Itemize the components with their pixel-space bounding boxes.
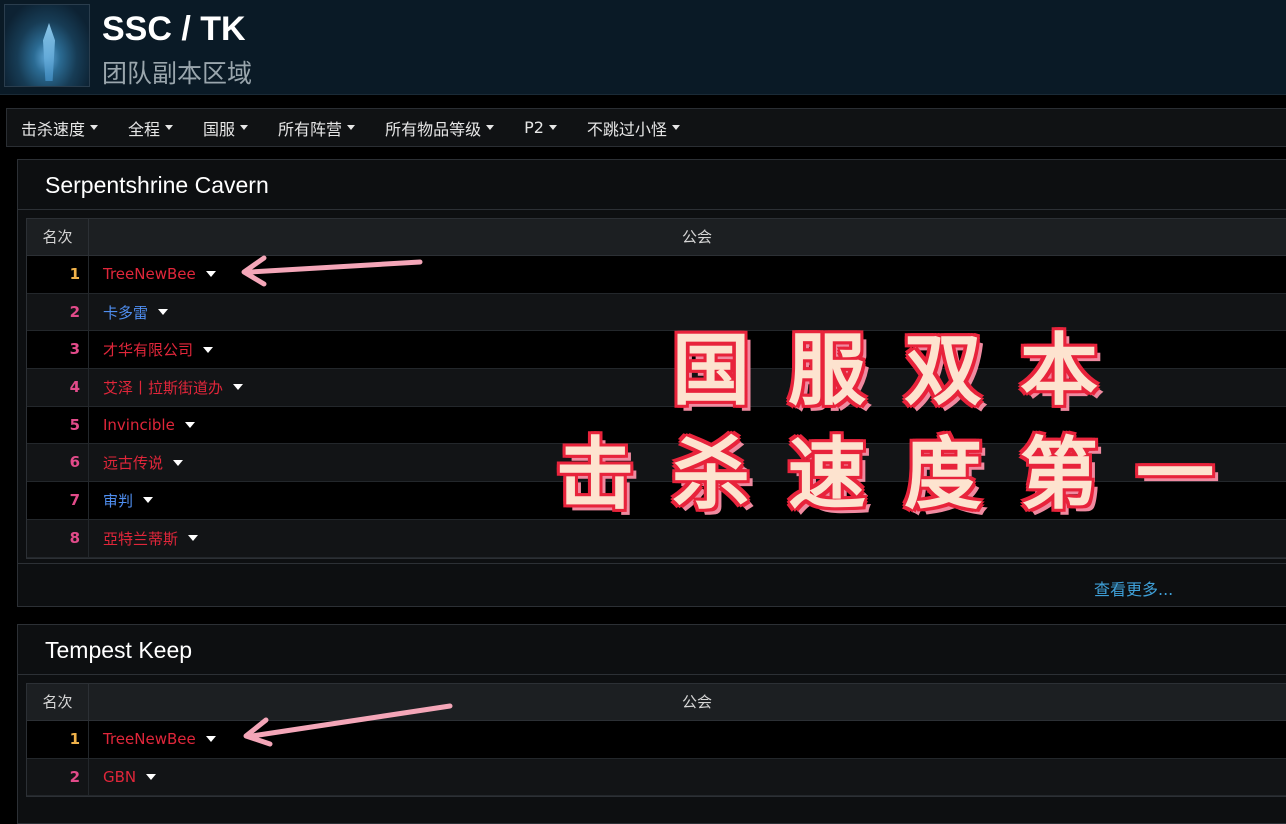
zone-title: SSC / TK — [102, 10, 246, 48]
table-header: 名次 公会 — [27, 684, 1286, 721]
caret-down-icon — [548, 125, 557, 130]
filter-label: 击杀速度 — [21, 119, 86, 139]
rank-cell: 1 — [27, 721, 89, 758]
filter-phase-dropdown[interactable]: P2 — [524, 118, 557, 137]
column-header-rank[interactable]: 名次 — [27, 219, 89, 255]
column-header-guild[interactable]: 公会 — [89, 219, 1286, 255]
filter-trash-dropdown[interactable]: 不跳过小怪 — [587, 116, 680, 140]
filter-label: 所有物品等级 — [385, 119, 482, 139]
guild-link[interactable]: 才华有限公司 — [103, 339, 193, 360]
filter-label: 不跳过小怪 — [586, 119, 667, 139]
guild-link[interactable]: 亞特兰蒂斯 — [103, 528, 178, 549]
zone-icon — [4, 4, 90, 87]
panel-title: Tempest Keep — [18, 625, 1286, 675]
guild-menu-caret-icon[interactable] — [205, 736, 216, 743]
caret-down-icon — [671, 125, 680, 130]
table-row: 8 亞特兰蒂斯 — [27, 519, 1286, 558]
zone-subtitle: 团队副本区域 — [102, 59, 253, 88]
guild-cell: GBN — [89, 759, 1286, 796]
rank-cell: 1 — [27, 256, 89, 293]
filter-region-dropdown[interactable]: 国服 — [203, 116, 249, 140]
zone-header: SSC / TK 团队副本区域 — [0, 0, 1286, 95]
filter-scope-dropdown[interactable]: 全程 — [128, 116, 174, 140]
guild-menu-caret-icon[interactable] — [188, 535, 199, 542]
table-body: 1 TreeNewBee 2 GBN — [27, 721, 1286, 797]
guild-link[interactable]: 艾泽丨拉斯街道办 — [103, 377, 223, 398]
guild-menu-caret-icon[interactable] — [173, 459, 184, 466]
rank-cell: 7 — [27, 482, 89, 519]
guild-cell: 亞特兰蒂斯 — [89, 520, 1286, 557]
table-row: 2 GBN — [27, 758, 1286, 797]
overlay-caption-line1: 国服双本 — [672, 326, 1137, 416]
guild-menu-caret-icon[interactable] — [184, 422, 195, 429]
table-row: 1 TreeNewBee — [27, 256, 1286, 294]
caret-down-icon — [486, 125, 495, 130]
guild-link[interactable]: TreeNewBee — [103, 730, 196, 748]
rank-cell: 6 — [27, 444, 89, 482]
filter-faction-dropdown[interactable]: 所有阵营 — [278, 116, 356, 140]
guild-cell: TreeNewBee — [89, 256, 1286, 293]
guild-link[interactable]: TreeNewBee — [103, 265, 196, 283]
ranking-table: 名次 公会 1 TreeNewBee 2 GBN — [26, 683, 1286, 798]
guild-link[interactable]: Invincible — [103, 416, 175, 434]
filter-label: 国服 — [203, 119, 236, 139]
guild-cell: TreeNewBee — [89, 721, 1286, 758]
rank-cell: 4 — [27, 369, 89, 406]
guild-link[interactable]: GBN — [103, 768, 136, 786]
caret-down-icon — [165, 125, 174, 130]
filter-label: P2 — [524, 118, 544, 137]
ranking-panel-tk: Tempest Keep 名次 公会 1 TreeNewBee 2 GBN — [17, 624, 1286, 824]
guild-link[interactable]: 审判 — [103, 490, 133, 511]
filter-bar: 击杀速度 全程 国服 所有阵营 所有物品等级 P2 不跳过小怪 — [6, 108, 1286, 147]
column-header-rank[interactable]: 名次 — [27, 684, 89, 720]
rank-cell: 2 — [27, 758, 89, 796]
guild-menu-caret-icon[interactable] — [143, 497, 154, 504]
caret-down-icon — [240, 125, 249, 130]
caret-down-icon — [347, 125, 356, 130]
rank-cell: 3 — [27, 331, 89, 369]
caret-down-icon — [90, 125, 99, 130]
guild-link[interactable]: 卡多雷 — [103, 302, 148, 323]
guild-menu-caret-icon[interactable] — [158, 309, 169, 316]
table-header: 名次 公会 — [27, 219, 1286, 256]
rank-cell: 2 — [27, 293, 89, 331]
guild-menu-caret-icon[interactable] — [146, 774, 157, 781]
filter-label: 全程 — [128, 119, 161, 139]
guild-link[interactable]: 远古传说 — [103, 452, 163, 473]
guild-menu-caret-icon[interactable] — [203, 346, 214, 353]
filter-itemlevel-dropdown[interactable]: 所有物品等级 — [385, 116, 495, 140]
filter-metric-dropdown[interactable]: 击杀速度 — [21, 116, 99, 140]
filter-label: 所有阵营 — [278, 119, 343, 139]
overlay-caption-line2: 击杀速度第一 — [556, 430, 1253, 520]
panel-title: Serpentshrine Cavern — [18, 160, 1286, 210]
rank-cell: 8 — [27, 519, 89, 557]
column-header-guild[interactable]: 公会 — [89, 684, 1286, 720]
guild-menu-caret-icon[interactable] — [205, 271, 216, 278]
view-more-link[interactable]: 查看更多... — [1094, 576, 1173, 600]
panel-footer: 查看更多... — [18, 563, 1286, 607]
guild-menu-caret-icon[interactable] — [233, 384, 244, 391]
table-row: 1 TreeNewBee — [27, 721, 1286, 759]
rank-cell: 5 — [27, 406, 89, 444]
